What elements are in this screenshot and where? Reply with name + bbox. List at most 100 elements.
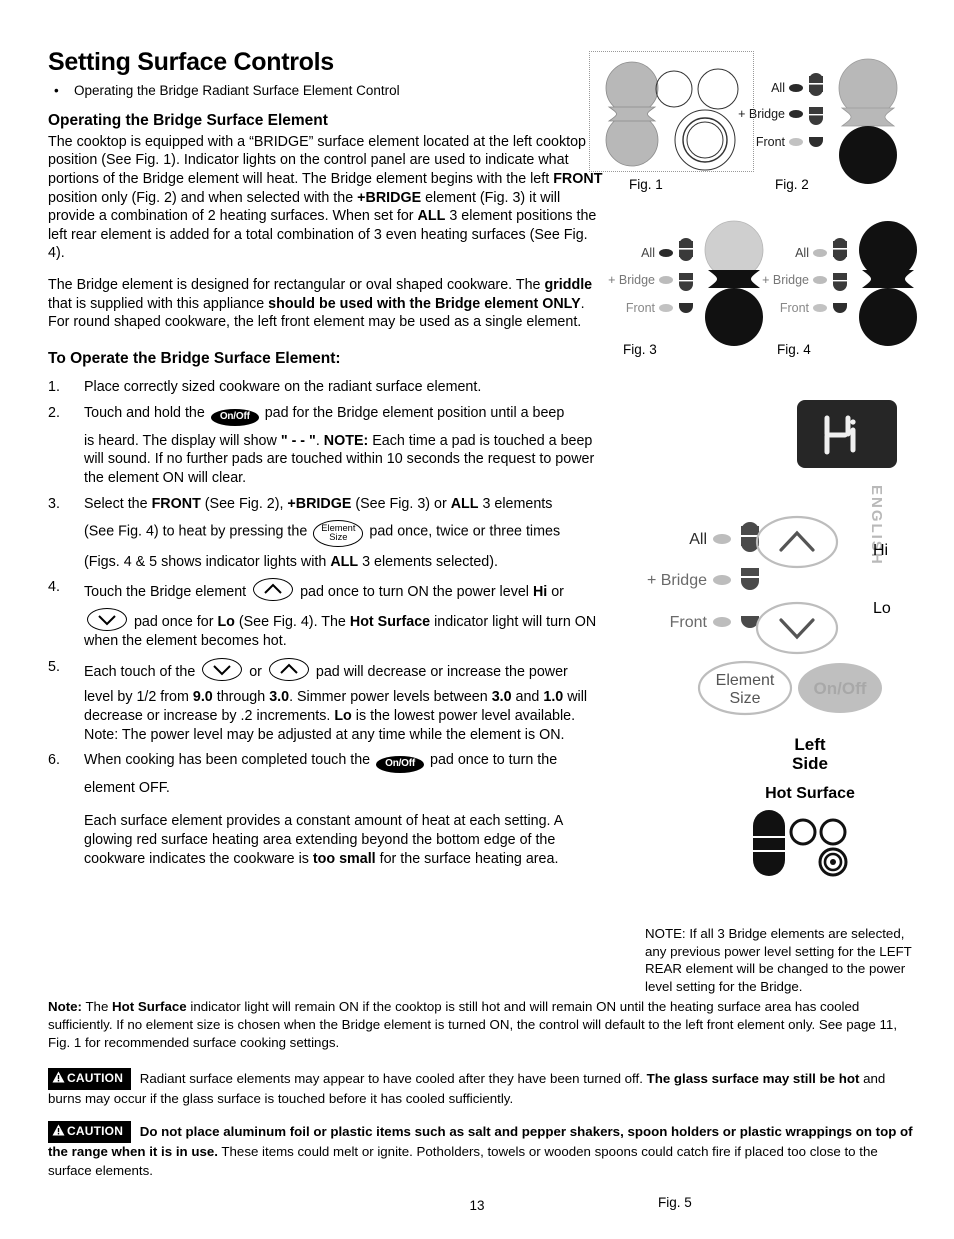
step-5-pre: Each touch of the: [84, 663, 200, 680]
step-6: 6. When cooking has been completed touch…: [48, 751, 608, 868]
fig3-and-fig4-graphics: All + Bridge Front All + Bridge Front: [608, 220, 917, 346]
step-2-sub-a: is heard. The display will show: [84, 432, 281, 449]
left-side-line1: Left: [794, 735, 826, 754]
operate-steps-list: 1. Place correctly sized cookware on the…: [48, 378, 608, 869]
step-2-number: 2.: [48, 404, 60, 421]
section-heading-operating: Operating the Bridge Surface Element: [48, 111, 328, 129]
step-6-extra-c: for the surface heating area.: [375, 851, 559, 867]
step-2-display-dashes: " - - ": [280, 432, 316, 449]
step-3-number: 3.: [48, 496, 60, 513]
step-5-sub-d: and: [511, 688, 544, 705]
step-5-sub: level by 1/2 from 9.0 through 3.0. Simme…: [84, 688, 608, 745]
step-4-hot-surface: Hot Surface: [349, 614, 431, 631]
step-3-sub: (See Fig. 4) to heat by pressing the Ele…: [84, 519, 608, 547]
bottom-note-label: Note:: [48, 999, 82, 1014]
svg-text:All: All: [771, 81, 785, 95]
step-5-level-30b: 3.0: [491, 688, 512, 705]
step-4: 4. Touch the Bridge element pad once to …: [48, 578, 608, 651]
fig2-caption: Fig. 2: [775, 177, 809, 192]
step-2: 2. Touch and hold the On/Off pad for the…: [48, 404, 608, 489]
caution-1-b: The glass surface may still be hot: [646, 1071, 860, 1087]
svg-text:Front: Front: [626, 301, 656, 315]
step-4-number: 4.: [48, 579, 60, 596]
element-size-pad-icon[interactable]: Element Size: [313, 519, 364, 547]
step-4-lo: Lo: [217, 614, 235, 631]
step-6-sub: element OFF.: [84, 780, 170, 797]
caution-1: CAUTION Radiant surface elements may app…: [48, 1068, 914, 1109]
step-5-sub-b: through: [212, 688, 270, 705]
operating-paragraph-2: The Bridge element is designed for recta…: [48, 276, 608, 332]
manual-page: Setting Surface Controls • Operating the…: [0, 0, 954, 1239]
step-6-too-small: too small: [312, 851, 376, 867]
fig1-and-fig2-graphics: All + Bridge Front: [605, 58, 898, 184]
svg-text:All: All: [795, 246, 809, 260]
fig3-caption: Fig. 3: [623, 342, 657, 357]
step-2-sub-c: .: [315, 432, 324, 449]
down-arrow-pad-icon[interactable]: [87, 608, 127, 632]
hot-surface-title: Hot Surface: [765, 785, 855, 802]
step-3-sub2: (Figs. 4 & 5 shows indicator lights with…: [84, 553, 608, 572]
on-off-pad-icon-2[interactable]: On/Off: [376, 756, 425, 774]
step-5-lo: Lo: [334, 707, 352, 724]
step-2-post: pad for the Bridge element position unti…: [260, 404, 565, 421]
step-4-sub-pre: pad once for: [130, 614, 218, 631]
step-6-pre: When cooking has been completed touch th…: [84, 752, 375, 769]
up-arrow-pad-icon[interactable]: [253, 578, 294, 602]
fig5-control-panel: ENGLISH All + Bridge Front Element Size …: [585, 390, 930, 1210]
step-3-sub2-all: ALL: [330, 553, 359, 570]
svg-text:Front: Front: [780, 301, 810, 315]
bottom-notices: Note: The Hot Surface indicator light wi…: [48, 998, 914, 1193]
step-3-bridge: +BRIDGE: [287, 496, 352, 513]
step-3-sub2-pre: (Figs. 4 & 5 shows indicator lights with: [84, 553, 331, 570]
right-column-note: NOTE: If all 3 Bridge elements are selec…: [645, 926, 912, 995]
step-4-sub-mid: (See Fig. 4). The: [234, 614, 350, 631]
svg-text:Front: Front: [670, 614, 708, 631]
step-3-all: ALL: [450, 496, 479, 513]
op-p2-c: that is supplied with this appliance: [48, 295, 269, 312]
step-6-extra: Each surface element provides a constant…: [84, 812, 608, 869]
step-6-post: pad once to turn the: [426, 752, 558, 769]
step-3-sub2-post: 3 elements selected).: [358, 553, 498, 570]
svg-text:Front: Front: [756, 135, 786, 149]
on-off-pad-icon[interactable]: On/Off: [210, 408, 259, 426]
step-5-post: pad will decrease or increase the power: [311, 663, 568, 680]
up-arrow-pad-icon-2[interactable]: [268, 657, 309, 681]
svg-text:On/Off: On/Off: [814, 679, 867, 698]
page-number: 13: [469, 1198, 485, 1213]
step-2-body: Touch and hold the On/Off pad for the Br…: [84, 404, 608, 489]
op-p2-a: The Bridge element is designed for recta…: [48, 276, 545, 293]
caution-badge-2: CAUTION: [48, 1121, 132, 1144]
step-2-sub: is heard. The display will show " - - ".…: [84, 432, 608, 489]
step-5-level-90: 9.0: [192, 688, 213, 705]
caution-badge-2-text: CAUTION: [67, 1124, 124, 1139]
svg-text:+ Bridge: + Bridge: [647, 572, 707, 589]
warning-triangle-icon: [52, 1071, 65, 1088]
fig1-caption: Fig. 1: [629, 177, 663, 192]
bottom-note: Note: The Hot Surface indicator light wi…: [48, 998, 914, 1052]
warning-triangle-icon-2: [52, 1124, 65, 1141]
op-p1-bridge: +BRIDGE: [357, 189, 422, 206]
step-5-sub-a: level by 1/2 from: [84, 688, 193, 705]
step-1-number: 1.: [48, 378, 60, 395]
step-5-level-30: 3.0: [269, 688, 290, 705]
svg-text:+ Bridge: + Bridge: [762, 273, 809, 287]
op-p2-only: should be used with the Bridge element O…: [268, 295, 581, 312]
lo-label: Lo: [873, 600, 891, 617]
step-4-sub: pad once for Lo (See Fig. 4). The Hot Su…: [84, 608, 608, 651]
step-3-post: 3 elements: [478, 496, 553, 513]
down-arrow-pad-icon-2[interactable]: [202, 657, 243, 681]
step-5-mid: or: [245, 663, 266, 680]
left-side-line2: Side: [792, 754, 828, 774]
section-heading-operate: To Operate the Bridge Surface Element:: [48, 349, 341, 367]
step-4-hi: Hi: [532, 584, 548, 601]
step-3: 3. Select the FRONT (See Fig. 2), +BRIDG…: [48, 495, 608, 571]
step-4-pre: Touch the Bridge element: [84, 584, 251, 601]
bullet-marker: •: [54, 83, 59, 98]
step-5-level-10: 1.0: [543, 688, 564, 705]
bottom-note-a: The: [81, 999, 113, 1014]
bottom-note-hot-surface: Hot Surface: [112, 999, 187, 1014]
step-3-body: Select the FRONT (See Fig. 2), +BRIDGE (…: [84, 495, 608, 571]
step-1-text: Place correctly sized cookware on the ra…: [84, 378, 482, 395]
svg-text:Element: Element: [716, 672, 775, 689]
svg-text:+ Bridge: + Bridge: [738, 107, 785, 121]
